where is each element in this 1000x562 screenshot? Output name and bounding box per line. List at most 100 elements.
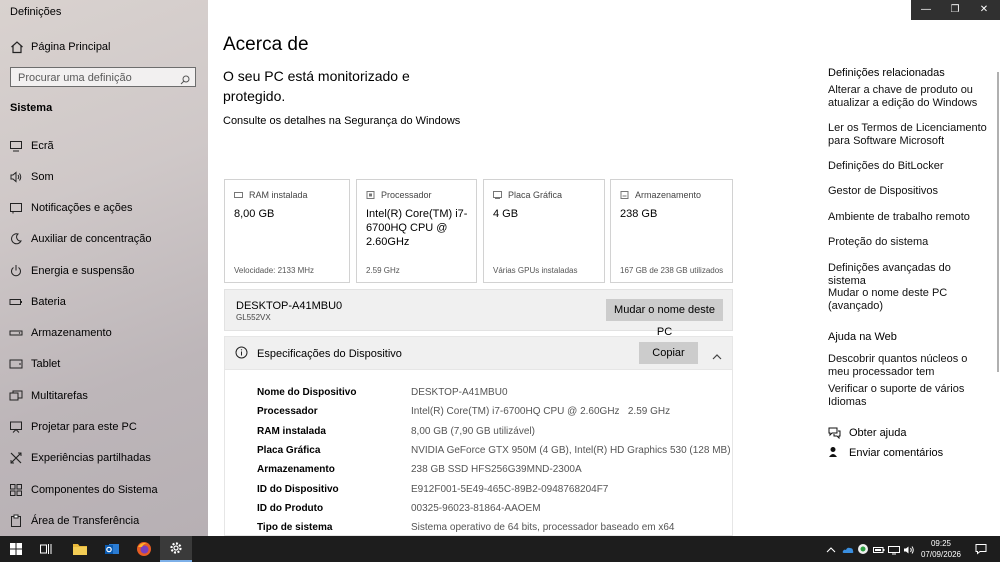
windows-icon xyxy=(10,543,22,555)
power-icon xyxy=(9,264,23,278)
sidebar-item-ecra[interactable]: Ecrã xyxy=(0,132,208,160)
spec-row: Armazenamento 238 GB SSD HFS256G39MND-230… xyxy=(257,464,727,483)
spec-key: Tipo de sistema xyxy=(257,522,333,533)
chevron-up-icon[interactable] xyxy=(826,542,836,560)
sidebar-item-label: Ecrã xyxy=(31,140,54,152)
feedback-icon xyxy=(829,447,837,457)
battery-tray-icon[interactable] xyxy=(873,542,885,560)
spec-row: ID do Produto 00325-96023-81864-AAOEM xyxy=(257,503,727,522)
clipboard-icon xyxy=(9,514,23,528)
security-tray-icon[interactable] xyxy=(857,542,869,560)
spec-value: NVIDIA GeForce GTX 950M (4 GB), Intel(R)… xyxy=(411,445,731,456)
sidebar-item-tablet[interactable]: Tablet xyxy=(0,350,208,378)
sidebar-item-label: Auxiliar de concentração xyxy=(31,233,152,245)
sidebar-item-label: Som xyxy=(31,171,54,183)
info-icon xyxy=(235,346,248,364)
spec-value: DESKTOP-A41MBU0 xyxy=(411,387,508,398)
sidebar-item-armazenamento[interactable]: Armazenamento xyxy=(0,319,208,347)
firefox-icon xyxy=(137,542,151,556)
sidebar-item-som[interactable]: Som xyxy=(0,163,208,191)
rename-pc-button[interactable]: Mudar o nome deste PC xyxy=(606,299,723,338)
file-explorer-button[interactable] xyxy=(64,536,96,562)
scrollbar[interactable] xyxy=(997,72,999,372)
chevron-up-icon[interactable] xyxy=(712,347,722,365)
task-view-icon xyxy=(40,544,52,554)
graphics-card-icon xyxy=(493,191,502,199)
onedrive-icon[interactable] xyxy=(842,542,854,560)
sidebar-item-label: Componentes do Sistema xyxy=(31,484,158,496)
device-specs-header[interactable]: Especificações do Dispositivo Copiar xyxy=(224,336,733,370)
spec-key: RAM instalada xyxy=(257,426,326,437)
copy-button[interactable]: Copiar xyxy=(639,342,698,364)
search-placeholder: Procurar uma definição xyxy=(18,72,132,84)
ram-card-header: RAM instalada xyxy=(249,190,308,200)
web-help-link[interactable]: Descobrir quantos núcleos o meu processa… xyxy=(828,353,988,379)
web-help-link[interactable]: Verificar o suporte de vários Idiomas xyxy=(828,383,988,409)
storage-card-footer: 167 GB de 238 GB utilizados xyxy=(620,266,724,275)
spec-key: Placa Gráfica xyxy=(257,445,321,456)
processor-card: Processador Intel(R) Core(TM) i7-6700HQ … xyxy=(356,179,477,283)
related-link[interactable]: Mudar o nome deste PC (avançado) xyxy=(828,287,988,313)
processor-card-value: Intel(R) Core(TM) i7-6700HQ CPU @ 2.60GH… xyxy=(366,208,468,248)
related-link[interactable]: Definições avançadas do sistema xyxy=(828,262,988,288)
sidebar-item-projetar[interactable]: Projetar para este PC xyxy=(0,413,208,441)
battery-icon xyxy=(9,295,23,309)
tablet-icon xyxy=(9,357,23,371)
sidebar-item-multitarefas[interactable]: Multitarefas xyxy=(0,382,208,410)
sidebar-item-transferencia[interactable]: Área de Transferência xyxy=(0,507,208,535)
sidebar-home[interactable]: Página Principal xyxy=(0,36,208,60)
outlook-button[interactable] xyxy=(96,536,128,562)
sidebar-item-label: Tablet xyxy=(31,358,61,370)
ram-icon xyxy=(234,192,243,198)
sidebar-item-notificacoes[interactable]: Notificações e ações xyxy=(0,194,208,222)
home-icon xyxy=(10,40,24,59)
related-link[interactable]: Alterar a chave de produto ou atualizar … xyxy=(828,84,988,110)
storage-card-icon xyxy=(620,191,629,199)
sidebar-item-label: Área de Transferência xyxy=(31,515,140,527)
ram-card-value: 8,00 GB xyxy=(234,208,275,220)
sidebar-item-componentes[interactable]: Componentes do Sistema xyxy=(0,476,208,504)
maximize-button[interactable]: ❐ xyxy=(940,0,970,20)
sidebar-item-label: Multitarefas xyxy=(31,390,88,402)
taskbar-clock[interactable]: 09:25 07/09/2026 xyxy=(914,538,968,560)
protection-status: O seu PC está monitorizado e protegido. xyxy=(223,68,410,104)
sidebar-item-label: Experiências partilhadas xyxy=(31,452,151,464)
components-icon xyxy=(9,483,23,497)
processor-icon xyxy=(366,191,375,199)
minimize-button[interactable]: — xyxy=(911,0,941,20)
shared-icon xyxy=(9,451,23,465)
processor-card-header: Processador xyxy=(381,190,432,200)
settings-taskbar-button[interactable] xyxy=(160,536,192,562)
start-button[interactable] xyxy=(0,536,32,562)
multitasking-icon xyxy=(9,389,23,403)
close-button[interactable]: ✕ xyxy=(969,0,999,20)
task-view-button[interactable] xyxy=(30,536,62,562)
search-input[interactable]: Procurar uma definição xyxy=(10,67,196,87)
action-center-icon[interactable] xyxy=(975,542,987,560)
sidebar-item-bateria[interactable]: Bateria xyxy=(0,288,208,316)
firefox-button[interactable] xyxy=(128,536,160,562)
related-link[interactable]: Proteção do sistema xyxy=(828,236,988,249)
related-link[interactable]: Gestor de Dispositivos xyxy=(828,185,988,198)
network-tray-icon[interactable] xyxy=(888,542,900,560)
related-link[interactable]: Ler os Termos de Licenciamento para Soft… xyxy=(828,122,988,148)
spec-row: Tipo de sistema Sistema operativo de 64 b… xyxy=(257,522,727,536)
spec-value: 00325-96023-81864-AAOEM xyxy=(411,503,541,514)
related-link[interactable]: Ambiente de trabalho remoto xyxy=(828,211,988,224)
spec-key: Processador xyxy=(257,406,318,417)
security-details-link[interactable]: Consulte os detalhes na Segurança do Win… xyxy=(223,115,460,127)
spec-value: 8,00 GB (7,90 GB utilizável) xyxy=(411,426,535,437)
spec-key: ID do Dispositivo xyxy=(257,484,339,495)
spec-value: Intel(R) Core(TM) i7-6700HQ CPU @ 2.60GH… xyxy=(411,406,671,417)
outlook-icon xyxy=(105,544,119,554)
graphics-card-value: 4 GB xyxy=(493,208,519,220)
monitor-icon xyxy=(9,139,23,153)
sidebar-item-energia[interactable]: Energia e suspensão xyxy=(0,257,208,285)
related-link[interactable]: Definições do BitLocker xyxy=(828,160,988,173)
window-title: Definições xyxy=(10,6,62,18)
folder-icon xyxy=(73,544,87,555)
sidebar-section-title: Sistema xyxy=(10,102,53,114)
search-icon xyxy=(180,72,190,90)
sidebar-item-partilhadas[interactable]: Experiências partilhadas xyxy=(0,444,208,472)
sidebar-item-concentracao[interactable]: Auxiliar de concentração xyxy=(0,225,208,253)
